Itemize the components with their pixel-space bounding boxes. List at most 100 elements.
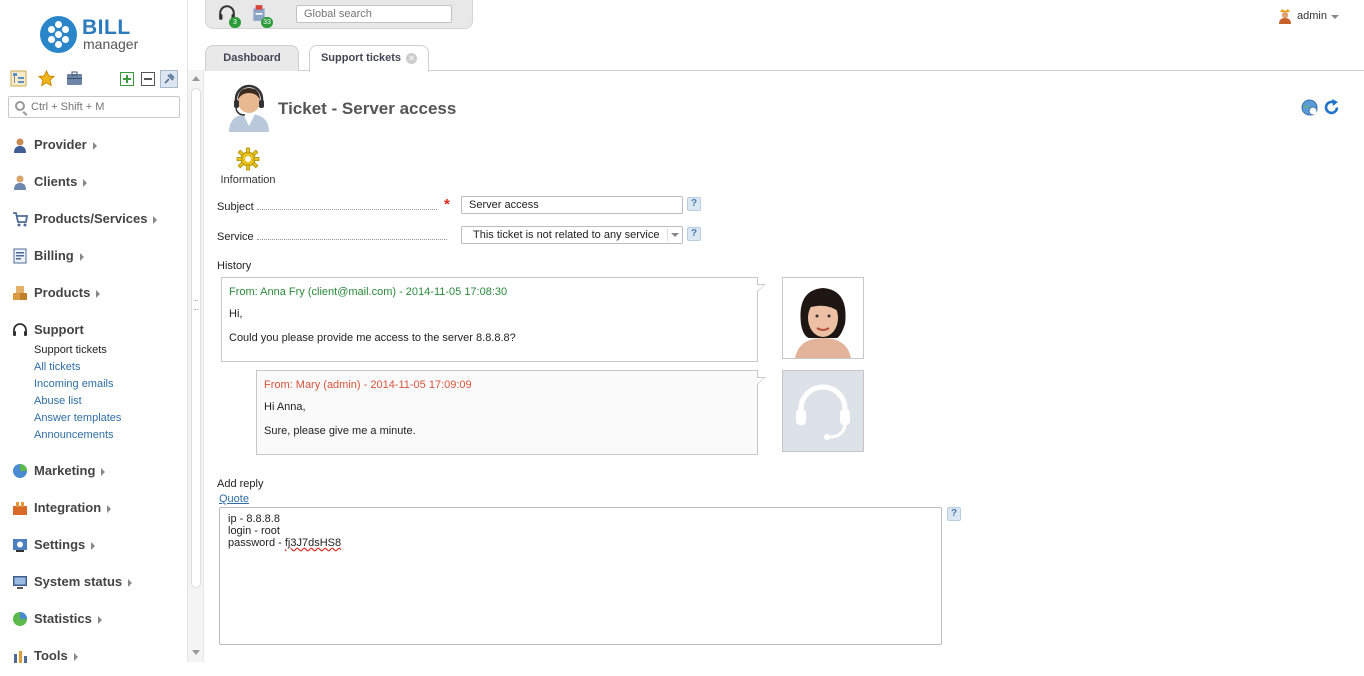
chevron-right-icon bbox=[97, 615, 102, 624]
products-icon bbox=[13, 286, 27, 300]
submenu-item-answer-templates[interactable]: Answer templates bbox=[34, 410, 186, 427]
collapse-all-icon[interactable] bbox=[141, 72, 155, 86]
search-icon bbox=[15, 101, 25, 111]
information-label: Information bbox=[220, 174, 276, 186]
tree-icon[interactable] bbox=[10, 70, 27, 87]
submenu-item-announcements[interactable]: Announcements bbox=[34, 427, 186, 444]
ticket-notifications[interactable]: 33 bbox=[250, 4, 273, 28]
integration-icon bbox=[13, 502, 27, 515]
submenu-item-all-tickets[interactable]: All tickets bbox=[34, 359, 186, 376]
sidebar-item-label: System status bbox=[34, 574, 123, 589]
support-avatar bbox=[782, 370, 864, 452]
quote-link[interactable]: Quote bbox=[219, 493, 249, 505]
sidebar-item-billing[interactable]: Billing bbox=[0, 239, 186, 276]
service-row: Service This ticket is not related to an… bbox=[217, 226, 717, 246]
sidebar-item-system-status[interactable]: System status bbox=[0, 565, 186, 602]
reply-line: password - bbox=[228, 537, 285, 549]
submenu-item-abuse-list[interactable]: Abuse list bbox=[34, 393, 186, 410]
submenu-item-incoming-emails[interactable]: Incoming emails bbox=[34, 376, 186, 393]
help-icon[interactable]: ? bbox=[687, 227, 701, 241]
add-reply-label: Add reply bbox=[217, 478, 264, 490]
sidebar-item-tools[interactable]: Tools bbox=[0, 639, 186, 676]
service-label: Service bbox=[217, 231, 254, 243]
chevron-right-icon bbox=[128, 578, 133, 587]
top-toolbar: 3 33 bbox=[205, 0, 473, 29]
subject-row: Subject * Server access ? bbox=[217, 196, 717, 216]
clients-icon bbox=[14, 175, 26, 190]
globe-refresh-icon[interactable] bbox=[1301, 99, 1318, 116]
user-name: admin bbox=[1297, 10, 1327, 22]
chevron-right-icon bbox=[73, 652, 78, 661]
resize-grip-icon[interactable] bbox=[194, 300, 198, 310]
reply-line: ip - 8.8.8.8 bbox=[228, 513, 280, 525]
chevron-down-icon bbox=[667, 229, 680, 241]
reply-line-password: password - fj3J7dsHS8 bbox=[228, 537, 933, 549]
sidebar-item-label: Statistics bbox=[34, 611, 92, 626]
subject-input[interactable]: Server access bbox=[461, 196, 683, 214]
tab-bar: Dashboard Support tickets ✕ bbox=[205, 45, 1364, 72]
page-title: Ticket - Server access bbox=[278, 99, 457, 118]
sidebar-item-clients[interactable]: Clients bbox=[0, 165, 186, 202]
sidebar-item-label: Integration bbox=[34, 500, 102, 515]
sidebar-item-label: Settings bbox=[34, 537, 86, 552]
sidebar-search-input[interactable] bbox=[31, 100, 176, 114]
briefcase-icon[interactable] bbox=[66, 70, 83, 87]
sidebar-item-settings[interactable]: Settings bbox=[0, 528, 186, 565]
help-icon[interactable]: ? bbox=[687, 197, 701, 211]
history-message-client: From: Anna Fry (client@mail.com) - 2014-… bbox=[221, 277, 766, 362]
tab-dashboard[interactable]: Dashboard bbox=[205, 45, 299, 71]
support-notifications[interactable]: 3 bbox=[218, 4, 241, 28]
sidebar-scrollbar[interactable] bbox=[188, 70, 204, 662]
tab-support-tickets[interactable]: Support tickets ✕ bbox=[309, 45, 429, 72]
history-message-support: From: Mary (admin) - 2014-11-05 17:09:09… bbox=[256, 370, 766, 455]
sidebar-item-label: Products/Services bbox=[34, 211, 148, 226]
sidebar: BILL manager Prov bbox=[0, 0, 188, 663]
sidebar-item-label: Support bbox=[34, 322, 84, 337]
star-icon[interactable] bbox=[38, 70, 55, 87]
chevron-right-icon bbox=[79, 252, 84, 261]
chevron-right-icon bbox=[83, 178, 88, 187]
sidebar-item-label: Provider bbox=[34, 137, 87, 152]
sidebar-search[interactable] bbox=[8, 96, 180, 118]
scrollbar-thumb[interactable] bbox=[191, 88, 201, 588]
information-button[interactable]: Information bbox=[217, 147, 277, 187]
monitor-icon bbox=[13, 576, 27, 589]
chevron-right-icon bbox=[101, 467, 106, 476]
close-icon[interactable]: ✕ bbox=[406, 52, 418, 64]
sidebar-item-label: Tools bbox=[34, 648, 68, 663]
sidebar-item-products[interactable]: Products bbox=[0, 276, 186, 313]
sidebar-item-label: Marketing bbox=[34, 463, 96, 478]
message-line: Sure, please give me a minute. bbox=[264, 425, 416, 437]
sidebar-item-provider[interactable]: Provider bbox=[0, 128, 186, 165]
sidebar-menu: Provider Clients Products/Services Billi… bbox=[0, 128, 186, 676]
support-submenu: Support tickets All tickets Incoming ema… bbox=[0, 342, 186, 454]
gear-icon bbox=[236, 147, 260, 171]
sidebar-item-label: Billing bbox=[34, 248, 74, 263]
global-search-input[interactable] bbox=[296, 5, 452, 23]
page-tools bbox=[1301, 99, 1341, 117]
sidebar-toolbar bbox=[10, 70, 180, 88]
pie-chart-icon bbox=[13, 464, 27, 478]
scroll-up-icon[interactable] bbox=[192, 76, 200, 81]
sidebar-item-label: Products bbox=[34, 285, 91, 300]
reply-textarea[interactable]: ip - 8.8.8.8 login - root password - fj3… bbox=[219, 507, 942, 645]
help-icon[interactable]: ? bbox=[947, 507, 961, 521]
main-content: Ticket - Server access Information Subje… bbox=[205, 72, 1364, 662]
sidebar-item-statistics[interactable]: Statistics bbox=[0, 602, 186, 639]
cart-icon bbox=[13, 212, 28, 227]
service-select[interactable]: This ticket is not related to any servic… bbox=[461, 226, 683, 244]
scroll-down-icon[interactable] bbox=[192, 650, 200, 655]
sidebar-item-integration[interactable]: Integration bbox=[0, 491, 186, 528]
label-dots bbox=[257, 209, 437, 210]
sidebar-item-products-services[interactable]: Products/Services bbox=[0, 202, 186, 239]
expand-all-icon[interactable] bbox=[120, 72, 134, 86]
logo[interactable]: BILL manager bbox=[40, 14, 170, 56]
sidebar-item-marketing[interactable]: Marketing bbox=[0, 454, 186, 491]
notification-badge: 3 bbox=[229, 17, 241, 28]
sidebar-item-support[interactable]: Support bbox=[0, 313, 186, 350]
pin-icon[interactable] bbox=[160, 70, 178, 88]
required-marker: * bbox=[444, 196, 450, 213]
chevron-right-icon bbox=[107, 504, 112, 513]
refresh-icon[interactable] bbox=[1323, 99, 1340, 116]
logo-subtitle: manager bbox=[83, 36, 139, 52]
